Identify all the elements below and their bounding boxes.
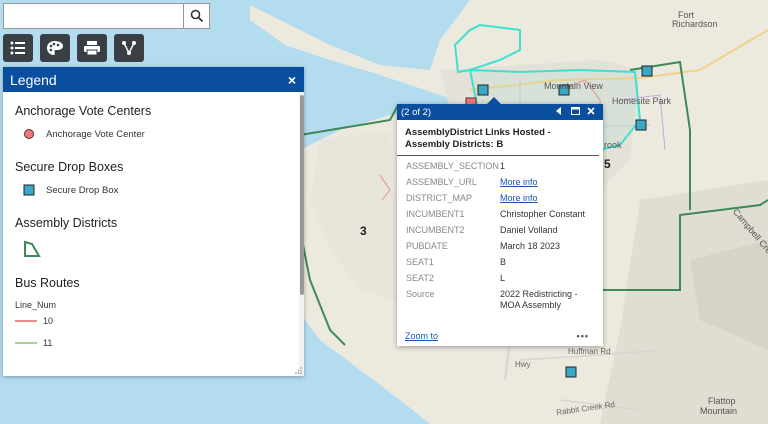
attribute-key: INCUMBENT1 — [406, 209, 465, 219]
popup-close-button[interactable] — [583, 107, 599, 117]
map-toolbar — [3, 34, 144, 62]
search-input[interactable] — [4, 4, 184, 28]
popup-footer: Zoom to ••• — [405, 331, 589, 341]
drop-box-marker-5[interactable] — [565, 366, 577, 378]
map-label-flattop: Flattop — [708, 396, 736, 406]
map-label-homesite-park: Homesite Park — [612, 96, 672, 106]
map-label-richardson: Richardson — [672, 19, 718, 29]
attribute-value: 1 — [500, 161, 506, 171]
legend-item-vote-center: Anchorage Vote Center — [15, 128, 287, 140]
search-button[interactable] — [183, 4, 209, 28]
attribute-value: March 18 2023 — [500, 241, 561, 251]
attribute-row: INCUMBENT1 Christopher Constant — [406, 209, 595, 220]
legend-button[interactable] — [3, 34, 33, 62]
attribute-row: ASSEMBLY_URL More info — [406, 177, 595, 188]
attribute-row: ASSEMBLY_SECTION 1 — [406, 161, 595, 172]
basemap-button[interactable] — [40, 34, 70, 62]
legend-item-drop-box-label: Secure Drop Box — [46, 184, 119, 196]
bus-line-11-swatch — [15, 342, 37, 344]
attribute-key: Source — [406, 289, 435, 299]
attribute-row: SEAT1 B — [406, 257, 595, 268]
map-label-brook: rook — [604, 140, 622, 150]
triangle-left-icon — [556, 107, 561, 115]
list-icon — [10, 41, 25, 55]
attribute-key: DISTRICT_MAP — [406, 193, 473, 203]
print-button[interactable] — [77, 34, 107, 62]
attribute-value: More info — [500, 193, 595, 204]
attribute-key: ASSEMBLY_URL — [406, 177, 477, 187]
map-label-district-5: 5 — [604, 157, 611, 171]
attribute-value: More info — [500, 177, 595, 188]
legend-scrollbar-thumb[interactable] — [300, 95, 304, 295]
bus-line-11-label: 11 — [43, 338, 53, 348]
legend-title: Legend — [10, 71, 57, 88]
legend-group-assembly-districts: Assembly Districts — [15, 216, 118, 230]
map-label-huffman-rd: Huffman Rd — [568, 347, 611, 356]
feature-popup: (2 of 2) AssemblyDistrict Links Hosted -… — [397, 97, 603, 346]
search-box — [3, 3, 210, 29]
legend-close-button[interactable]: × — [288, 72, 296, 88]
drop-box-marker-3[interactable] — [641, 65, 653, 77]
attribute-value: Daniel Volland — [500, 225, 558, 235]
more-info-link[interactable]: More info — [500, 177, 538, 187]
drop-box-symbol-icon — [22, 184, 36, 196]
attribute-value: Christopher Constant — [500, 209, 586, 219]
map-label-hwy: Hwy — [515, 360, 531, 369]
share-button[interactable] — [114, 34, 144, 62]
legend-header: Legend × — [3, 67, 304, 92]
print-icon — [84, 41, 100, 56]
legend-item-vote-center-label: Anchorage Vote Center — [46, 128, 145, 140]
popup-previous-button[interactable] — [551, 107, 567, 117]
share-icon — [122, 41, 136, 55]
attribute-key: SEAT1 — [406, 257, 434, 267]
map-label-mountain-view: Mountain View — [544, 81, 603, 91]
map-label-mountain: Mountain — [700, 406, 738, 416]
legend-panel: Legend × Anchorage Vote Centers Anchorag… — [3, 67, 304, 376]
popup-attribute-table: ASSEMBLY_SECTION 1 ASSEMBLY_URL More info DI… — [397, 156, 603, 311]
legend-item-district — [15, 240, 287, 258]
legend-group-bus-routes: Bus Routes — [15, 276, 80, 290]
attribute-row: SEAT2 L — [406, 273, 595, 284]
attribute-row: Source 2022 Redistricting - MOA Assembly — [406, 289, 595, 311]
legend-group-drop-boxes: Secure Drop Boxes — [15, 160, 124, 174]
attribute-key: INCUMBENT2 — [406, 225, 465, 235]
attribute-row: INCUMBENT2 Daniel Volland — [406, 225, 595, 236]
attribute-row: PUBDATE March 18 2023 — [406, 241, 595, 252]
popup-feature-count: (2 of 2) — [401, 106, 432, 118]
maximize-icon — [570, 107, 580, 115]
more-options-button[interactable]: ••• — [577, 331, 589, 341]
attribute-value: 2022 Redistricting - MOA Assembly — [500, 289, 578, 310]
popup-title: AssemblyDistrict Links Hosted - Assembly… — [397, 120, 599, 156]
bus-line-10-label: 10 — [43, 316, 54, 326]
popup-header: (2 of 2) — [397, 104, 603, 120]
district-polygon-symbol-icon — [22, 240, 42, 258]
legend-bus-line-10: 10 — [15, 316, 287, 326]
legend-body[interactable]: Anchorage Vote Centers Anchorage Vote Ce… — [3, 92, 299, 376]
map-label-district-3: 3 — [360, 224, 367, 238]
resize-grip-icon[interactable] — [295, 367, 302, 374]
attribute-value: L — [500, 273, 506, 283]
palette-icon — [47, 41, 63, 55]
attribute-key: PUBDATE — [406, 241, 448, 251]
zoom-to-link[interactable]: Zoom to — [405, 331, 438, 341]
more-info-link[interactable]: More info — [500, 193, 538, 203]
vote-center-symbol-icon — [22, 128, 36, 140]
drop-box-marker-4[interactable] — [635, 119, 647, 131]
attribute-key: SEAT2 — [406, 273, 434, 283]
legend-bus-field-label: Line_Num — [15, 300, 57, 310]
popup-pointer — [487, 97, 501, 104]
search-icon — [190, 9, 203, 23]
legend-bus-line-11: 11 — [15, 338, 287, 348]
popup-maximize-button[interactable] — [567, 107, 583, 117]
drop-box-marker-1[interactable] — [477, 84, 489, 96]
close-icon — [587, 107, 595, 115]
attribute-value: B — [500, 257, 507, 267]
bus-line-10-swatch — [15, 320, 37, 322]
legend-item-drop-box: Secure Drop Box — [15, 184, 287, 196]
attribute-key: ASSEMBLY_SECTION — [406, 161, 499, 171]
legend-group-vote-centers: Anchorage Vote Centers — [15, 104, 152, 118]
attribute-row: DISTRICT_MAP More info — [406, 193, 595, 204]
